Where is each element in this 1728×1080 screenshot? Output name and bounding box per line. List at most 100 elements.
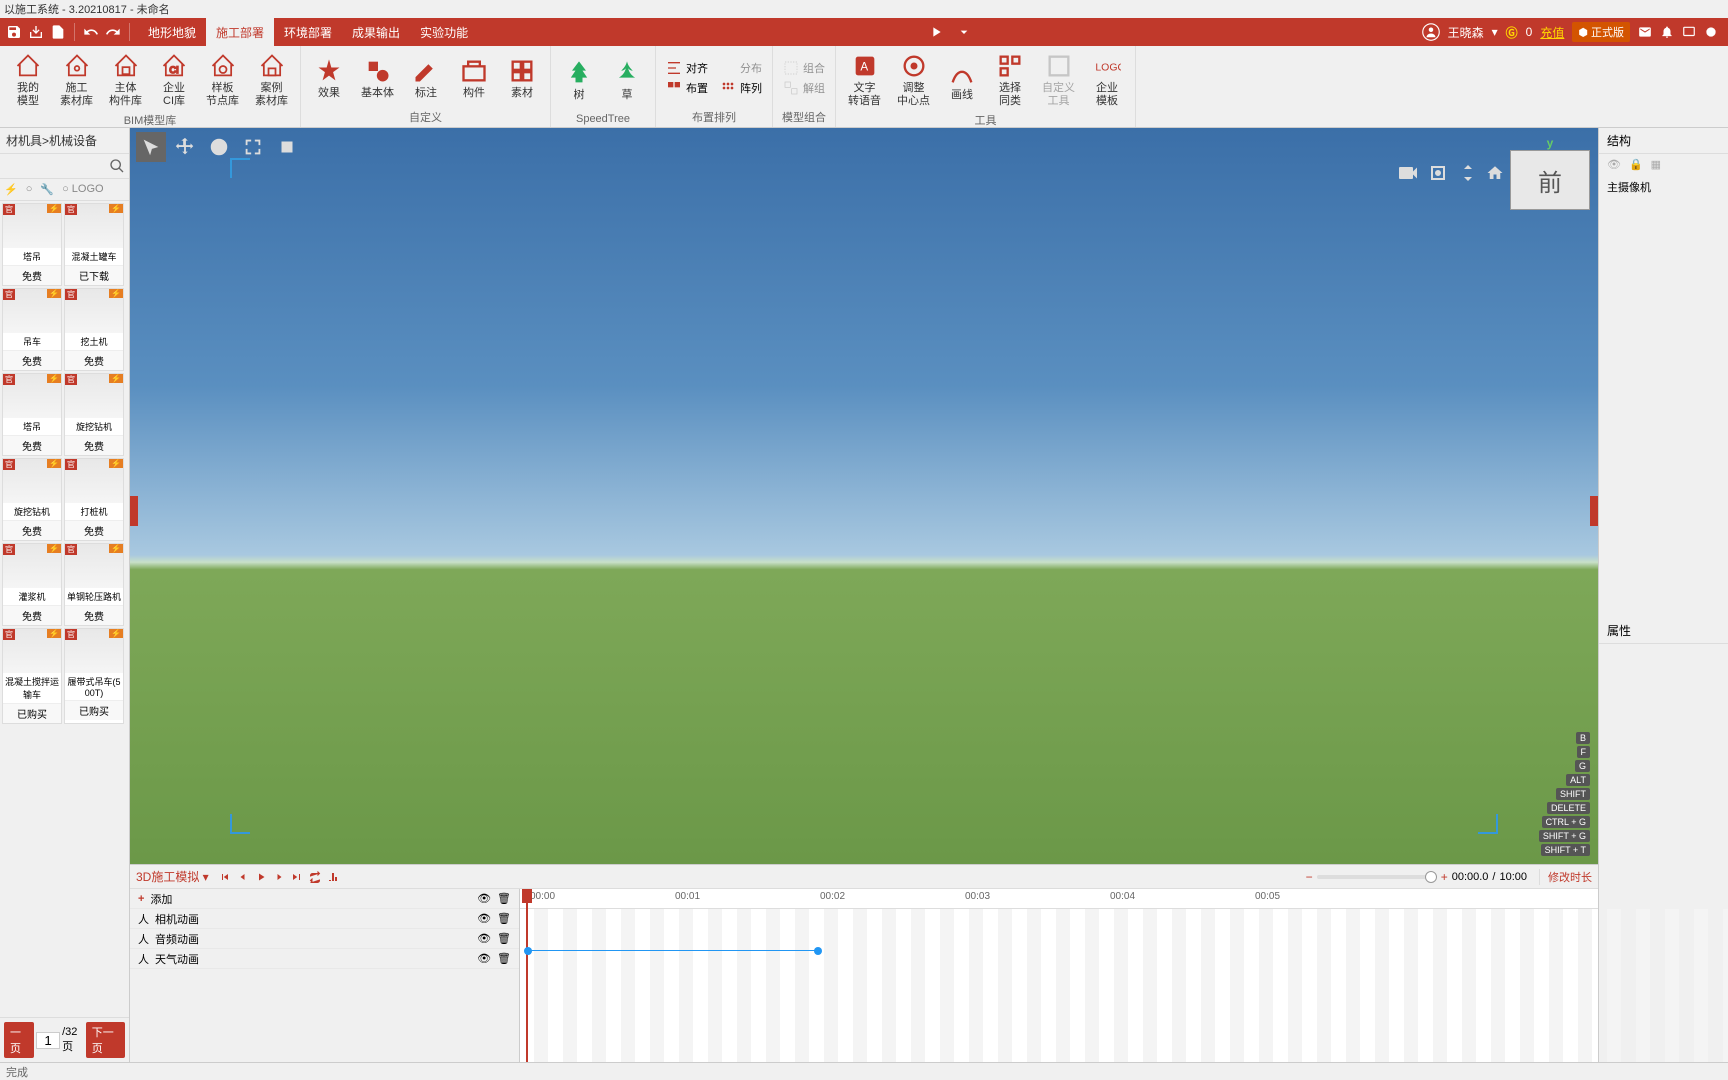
breadcrumb[interactable]: 材机具>机械设备: [0, 128, 129, 154]
asset-item[interactable]: 官⚡打桩机免费: [64, 458, 124, 541]
focus-icon[interactable]: [1426, 161, 1450, 185]
asset-item[interactable]: 官⚡塔吊免费: [2, 203, 62, 286]
mail-icon[interactable]: [1638, 25, 1652, 39]
timeline-play-icon[interactable]: [253, 869, 269, 885]
filter-tool-icon[interactable]: 🔧: [40, 183, 54, 196]
component-button[interactable]: 构件: [452, 53, 496, 102]
cube-tool-icon[interactable]: [272, 132, 302, 162]
company-template-button[interactable]: LOGO企业 模板: [1085, 48, 1129, 110]
tab-terrain[interactable]: 地形地貌: [138, 18, 206, 46]
eye-icon[interactable]: 👁: [1607, 158, 1621, 171]
component-lib-button[interactable]: 主体 构件库: [103, 48, 148, 110]
align-button[interactable]: 对齐: [662, 59, 712, 77]
user-name[interactable]: 王晓森: [1448, 24, 1484, 41]
collapse-right-icon[interactable]: [1590, 496, 1598, 526]
visibility-icon[interactable]: 👁: [477, 952, 491, 965]
timeline-title[interactable]: 3D施工模拟 ▾: [136, 868, 209, 885]
asset-item[interactable]: 官⚡灌浆机免费: [2, 543, 62, 626]
play-dropdown-icon[interactable]: [954, 22, 974, 42]
zoom-out-icon[interactable]: −: [1306, 870, 1313, 884]
move-tool-icon[interactable]: [170, 132, 200, 162]
prev-frame-icon[interactable]: [235, 869, 251, 885]
tts-button[interactable]: A文字 转语音: [842, 48, 887, 110]
primitive-button[interactable]: 基本体: [355, 53, 400, 102]
viewport-3d[interactable]: y 前 BFGALTSHIFTDELETECTRL + GSHIFT + GSH…: [130, 128, 1598, 864]
timeline-ruler[interactable]: 00:0000:0100:0200:0300:0400:05: [520, 889, 1598, 909]
grass-button[interactable]: 草: [605, 55, 649, 104]
asset-item[interactable]: 官⚡单钢轮压路机免费: [64, 543, 124, 626]
track-camera[interactable]: 人相机动画👁🗑: [130, 909, 519, 929]
page-input[interactable]: [36, 1032, 60, 1049]
delete-icon[interactable]: 🗑: [497, 892, 511, 905]
screen-icon[interactable]: [1682, 25, 1696, 39]
select-same-button[interactable]: 选择 同类: [988, 48, 1032, 110]
zoom-slider[interactable]: [1317, 875, 1437, 879]
edit-duration-button[interactable]: 修改时长: [1539, 869, 1592, 885]
filter-logo[interactable]: ○ LOGO: [62, 183, 104, 196]
material-button[interactable]: 素材: [500, 53, 544, 102]
asset-item[interactable]: 官⚡吊车免费: [2, 288, 62, 371]
redo-icon[interactable]: [103, 22, 123, 42]
line-button[interactable]: 画线: [940, 55, 984, 104]
play-icon[interactable]: [926, 22, 946, 42]
search-icon[interactable]: [109, 158, 125, 174]
skip-end-icon[interactable]: [289, 869, 305, 885]
asset-item[interactable]: 官⚡挖土机免费: [64, 288, 124, 371]
tab-construction[interactable]: 施工部署: [206, 18, 274, 46]
settings-icon[interactable]: [325, 869, 341, 885]
track-weather[interactable]: 人天气动画👁🗑: [130, 949, 519, 969]
material-lib-button[interactable]: 施工 素材库: [54, 48, 99, 110]
select-tool-icon[interactable]: [136, 132, 166, 162]
lock-icon[interactable]: 🔒: [1629, 158, 1643, 171]
zoom-in-icon[interactable]: +: [1441, 870, 1448, 884]
asset-item[interactable]: 官⚡混凝土罐车已下载: [64, 203, 124, 286]
timeline-ruler-area[interactable]: 00:0000:0100:0200:0300:0400:05: [520, 889, 1598, 1062]
expand-icon[interactable]: [1456, 161, 1480, 185]
next-frame-icon[interactable]: [271, 869, 287, 885]
annotation-button[interactable]: 标注: [404, 53, 448, 102]
ci-lib-button[interactable]: CI企业 CI库: [152, 48, 196, 110]
tab-environment[interactable]: 环境部署: [274, 18, 342, 46]
save-as-icon[interactable]: [26, 22, 46, 42]
loop-icon[interactable]: [307, 869, 323, 885]
visibility-icon[interactable]: 👁: [477, 912, 491, 925]
delete-icon[interactable]: 🗑: [497, 912, 511, 925]
main-camera-item[interactable]: 主摄像机: [1599, 175, 1728, 199]
user-dropdown[interactable]: ▾: [1492, 25, 1498, 39]
visibility-icon[interactable]: 👁: [477, 932, 491, 945]
asset-item[interactable]: 官⚡旋挖钻机免费: [2, 458, 62, 541]
track-audio[interactable]: 人音频动画👁🗑: [130, 929, 519, 949]
user-avatar-icon[interactable]: [1422, 23, 1440, 41]
tab-output[interactable]: 成果输出: [342, 18, 410, 46]
tab-experimental[interactable]: 实验功能: [410, 18, 478, 46]
array-button[interactable]: 阵列: [716, 79, 766, 97]
filter-walk-icon[interactable]: ⚡: [4, 183, 18, 196]
case-lib-button[interactable]: 案例 素材库: [249, 48, 294, 110]
visibility-icon[interactable]: 👁: [477, 892, 491, 905]
prev-page-button[interactable]: 一页: [4, 1022, 34, 1058]
my-model-button[interactable]: 我的 模型: [6, 48, 50, 110]
keyframe[interactable]: [814, 947, 822, 955]
template-lib-button[interactable]: 样板 节点库: [200, 48, 245, 110]
next-page-button[interactable]: 下一页: [86, 1022, 125, 1058]
recharge-link[interactable]: 充值: [1540, 24, 1564, 41]
add-track-button[interactable]: +添加 👁🗑: [130, 889, 519, 909]
center-button[interactable]: 调整 中心点: [891, 48, 936, 110]
save-icon[interactable]: [4, 22, 24, 42]
undo-icon[interactable]: [81, 22, 101, 42]
layout-button[interactable]: 布置: [662, 79, 712, 97]
keyframe[interactable]: [524, 947, 532, 955]
delete-icon[interactable]: 🗑: [497, 932, 511, 945]
export-icon[interactable]: [48, 22, 68, 42]
layer-icon[interactable]: ▦: [1651, 158, 1661, 171]
bell-icon[interactable]: [1660, 25, 1674, 39]
record-icon[interactable]: [1704, 25, 1718, 39]
filter-run-icon[interactable]: ○: [26, 183, 33, 196]
skip-start-icon[interactable]: [217, 869, 233, 885]
delete-icon[interactable]: 🗑: [497, 952, 511, 965]
asset-item[interactable]: 官⚡履带式吊车(5 00T)已购买: [64, 628, 124, 724]
asset-item[interactable]: 官⚡塔吊免费: [2, 373, 62, 456]
playhead[interactable]: [526, 889, 528, 1062]
camera-icon[interactable]: [1396, 161, 1420, 185]
asset-item[interactable]: 官⚡混凝土搅拌运 输车已购买: [2, 628, 62, 724]
